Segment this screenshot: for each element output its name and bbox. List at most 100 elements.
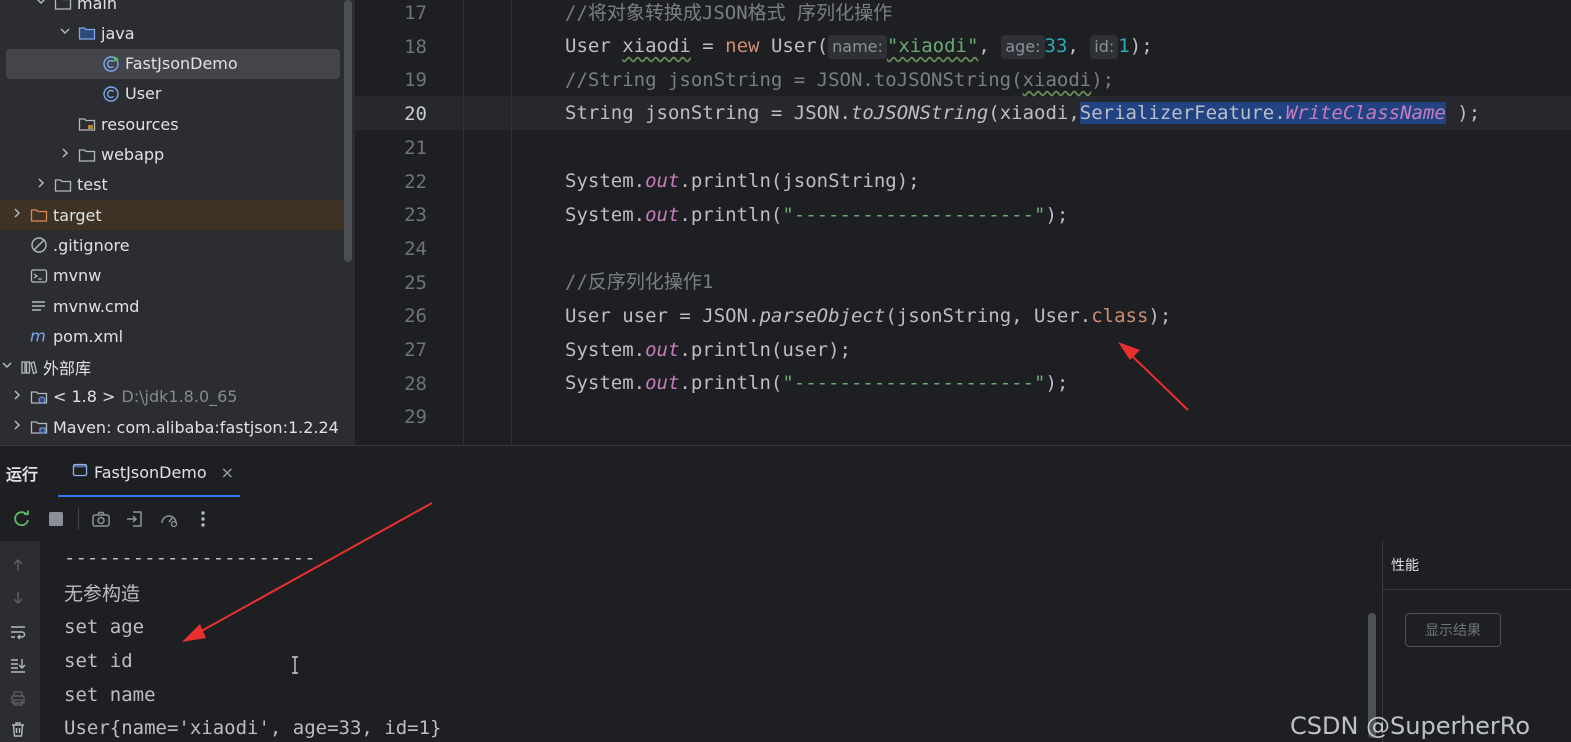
camera-icon[interactable] xyxy=(89,507,113,531)
code-token: System. xyxy=(565,170,646,192)
library-icon xyxy=(20,358,38,376)
line-number[interactable]: 18 xyxy=(355,30,427,64)
chevron-right-icon[interactable] xyxy=(10,207,24,223)
performance-title: 性能 xyxy=(1391,558,1419,574)
chevron-down-icon[interactable] xyxy=(0,359,14,375)
jdk-icon xyxy=(30,388,48,406)
soft-wrap-icon[interactable] xyxy=(6,620,30,644)
code-line-18[interactable]: User xiaodi = new User(name: "xiaodi", ag… xyxy=(565,29,1153,63)
code-line-28[interactable]: System.out.println("--------------------… xyxy=(565,366,1068,400)
more-options-icon[interactable] xyxy=(191,507,215,531)
console-line: ---------------------- xyxy=(64,547,316,569)
indent-guide xyxy=(511,0,512,445)
comment: //将对象转换成JSON格式 序列化操作 xyxy=(565,2,893,24)
code-line-27[interactable]: System.out.println(user); xyxy=(565,333,851,367)
code-token: ); xyxy=(1045,204,1069,226)
method-token: parseObject xyxy=(759,305,886,327)
excluded-folder-icon xyxy=(30,206,48,224)
line-number[interactable]: 29 xyxy=(355,400,427,434)
parameter-hint: age: xyxy=(1001,35,1045,59)
code-line-22[interactable]: System.out.println(jsonString); xyxy=(565,164,920,198)
line-number[interactable]: 28 xyxy=(355,367,427,401)
java-class-icon xyxy=(102,85,120,103)
code-editor[interactable]: 17 18 19 20 21 22 23 24 25 26 27 28 29 //将对象转换成JSON格… xyxy=(355,0,1571,445)
code-token: (xiaodi, xyxy=(988,102,1080,124)
tree-item[interactable]: java xyxy=(0,18,345,48)
string-token: "---------------------" xyxy=(782,204,1046,226)
tree-item-label: test xyxy=(77,175,108,195)
tree-item[interactable]: main xyxy=(0,0,345,18)
rerun-icon[interactable] xyxy=(10,507,34,531)
scroll-to-end-icon[interactable] xyxy=(6,653,30,677)
code-line-17[interactable]: //将对象转换成JSON格式 序列化操作 xyxy=(565,0,892,30)
profiler-icon[interactable] xyxy=(157,507,181,531)
selected-text: WriteClassName xyxy=(1285,102,1446,124)
code-line-26[interactable]: User user = JSON.parseObject(jsonString,… xyxy=(565,299,1171,333)
text-file-icon xyxy=(30,297,48,315)
tree-item[interactable]: webapp xyxy=(0,140,345,170)
code-token: .println( xyxy=(679,204,783,226)
console-line: set name xyxy=(64,684,156,706)
code-line-20[interactable]: String jsonString = JSON.toJSONString(xi… xyxy=(565,96,1480,130)
line-number[interactable]: 21 xyxy=(355,131,427,165)
line-number[interactable]: 20 xyxy=(355,97,427,131)
code-token: User( xyxy=(759,35,829,57)
code-line-19[interactable]: //String jsonString = JSON.toJSONString(… xyxy=(565,63,1114,97)
import-icon[interactable] xyxy=(123,507,147,531)
stop-icon[interactable] xyxy=(44,507,68,531)
close-icon[interactable]: × xyxy=(221,463,234,482)
run-tab-fastjsondemo[interactable]: FastJsonDemo × xyxy=(58,446,240,498)
chevron-right-icon[interactable] xyxy=(10,389,24,405)
code-line-25[interactable]: //反序列化操作1 xyxy=(565,265,713,299)
project-tree-panel: main java FastJsonDemo User resources webapp t… xyxy=(0,0,355,445)
static-field-token: out xyxy=(645,372,680,394)
tree-item-label: mvnw.cmd xyxy=(53,296,140,316)
arrow-down-icon[interactable] xyxy=(6,586,30,610)
chevron-right-icon[interactable] xyxy=(58,147,72,163)
tree-item-label: Maven: com.alibaba:fastjson:1.2.24 xyxy=(53,417,339,437)
gutter-divider xyxy=(463,0,464,445)
print-icon[interactable] xyxy=(6,686,30,710)
tree-item[interactable]: mvnw xyxy=(0,261,345,291)
arrow-up-icon[interactable] xyxy=(6,553,30,577)
tree-item[interactable]: m pom.xml xyxy=(0,321,345,351)
tree-item[interactable]: .gitignore xyxy=(0,230,345,260)
folder-icon xyxy=(54,0,72,12)
tree-item[interactable]: Maven: com.alibaba:fastjson:1.2.24 xyxy=(0,412,345,442)
code-token: .println( xyxy=(679,372,783,394)
project-tree-scrollbar[interactable] xyxy=(344,0,352,262)
line-number[interactable]: 23 xyxy=(355,198,427,232)
java-class-run-icon xyxy=(102,55,120,73)
tree-item[interactable]: 外部库 xyxy=(0,352,345,382)
console-output[interactable]: ---------------------- 无参构造 set age set … xyxy=(40,541,1382,742)
chevron-down-icon[interactable] xyxy=(34,0,48,11)
chevron-right-icon[interactable] xyxy=(34,177,48,193)
tree-item[interactable]: FastJsonDemo xyxy=(6,48,340,79)
code-token: ); xyxy=(1148,305,1172,327)
tree-item[interactable]: < 1.8 > D:\jdk1.8.0_65 xyxy=(0,382,345,412)
tree-item-label: webapp xyxy=(101,145,165,164)
chevron-right-icon[interactable] xyxy=(10,419,24,435)
tree-item[interactable]: resources xyxy=(0,109,345,139)
tree-item[interactable]: mvnw.cmd xyxy=(0,291,345,321)
tree-item[interactable]: User xyxy=(0,79,345,109)
line-number[interactable]: 17 xyxy=(355,0,427,30)
line-number[interactable]: 22 xyxy=(355,165,427,199)
maven-icon: m xyxy=(30,327,48,345)
ignore-file-icon xyxy=(30,236,48,254)
line-number[interactable]: 24 xyxy=(355,232,427,266)
line-number[interactable]: 25 xyxy=(355,266,427,300)
tree-item[interactable]: test xyxy=(0,170,345,200)
line-number[interactable]: 27 xyxy=(355,333,427,367)
tree-item-label: .gitignore xyxy=(53,235,130,255)
line-number[interactable]: 19 xyxy=(355,63,427,97)
trash-icon[interactable] xyxy=(6,717,30,741)
line-number[interactable]: 26 xyxy=(355,299,427,333)
show-results-button[interactable]: 显示结果 xyxy=(1405,613,1501,647)
tree-item-label: pom.xml xyxy=(53,326,124,346)
code-token: System. xyxy=(565,339,646,361)
tree-item[interactable]: target xyxy=(0,200,345,231)
chevron-down-icon[interactable] xyxy=(58,25,72,41)
code-line-23[interactable]: System.out.println("--------------------… xyxy=(565,198,1068,232)
code-token: = xyxy=(690,35,726,57)
